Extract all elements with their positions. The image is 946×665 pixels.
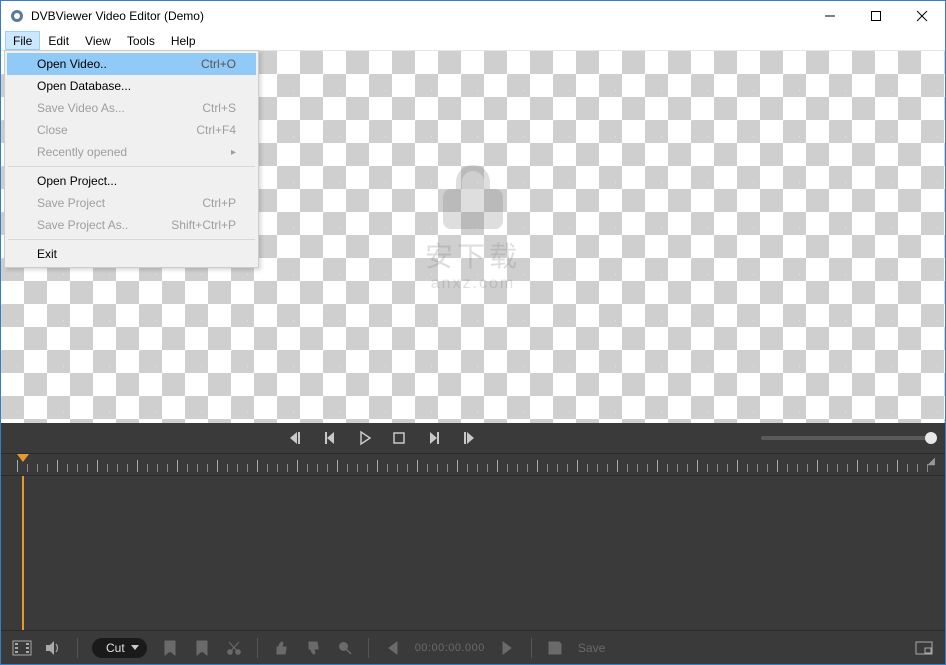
timecode-display: 00:00:00.000 xyxy=(415,642,485,654)
mark-in-icon[interactable] xyxy=(161,639,179,657)
playhead-marker[interactable] xyxy=(17,454,29,462)
menu-item-label: Recently opened xyxy=(37,145,231,159)
menu-item-shortcut: Ctrl+S xyxy=(202,101,236,115)
menu-view[interactable]: View xyxy=(77,31,119,50)
menu-item-shortcut: Ctrl+P xyxy=(202,196,236,210)
save-icon[interactable] xyxy=(546,639,564,657)
filmstrip-icon[interactable] xyxy=(13,639,31,657)
menu-item-label: Open Database... xyxy=(37,79,236,93)
stop-button[interactable] xyxy=(391,430,407,446)
maximize-button[interactable] xyxy=(853,1,899,31)
file-menu-dropdown: Open Video.. Ctrl+O Open Database... Sav… xyxy=(4,50,259,268)
toolbar-separator xyxy=(368,638,369,658)
zoom-slider[interactable] xyxy=(761,436,931,440)
toolbar-separator xyxy=(531,638,532,658)
cut-icon[interactable] xyxy=(225,639,243,657)
menu-bar: File Edit View Tools Help xyxy=(1,31,945,51)
step-forward-button[interactable] xyxy=(425,430,441,446)
menu-tools[interactable]: Tools xyxy=(119,31,163,50)
menu-open-video[interactable]: Open Video.. Ctrl+O xyxy=(7,53,256,75)
menu-recently-opened: Recently opened ▸ xyxy=(7,141,256,163)
mark-out-icon[interactable] xyxy=(193,639,211,657)
menu-item-label: Save Project As.. xyxy=(37,218,171,232)
submenu-arrow-icon: ▸ xyxy=(231,147,236,158)
skip-forward-button[interactable] xyxy=(459,430,475,446)
menu-item-label: Exit xyxy=(37,247,236,261)
playhead-line[interactable] xyxy=(22,476,24,630)
cut-mode-dropdown[interactable]: Cut xyxy=(92,638,147,658)
menu-separator xyxy=(8,166,255,167)
step-back-button[interactable] xyxy=(323,430,339,446)
search-icon[interactable] xyxy=(336,639,354,657)
app-icon xyxy=(9,8,25,24)
window-title: DVBViewer Video Editor (Demo) xyxy=(31,9,807,23)
menu-item-shortcut: Shift+Ctrl+P xyxy=(171,218,236,232)
dropdown-arrow-icon xyxy=(131,645,139,650)
ruler-ticks-major xyxy=(17,460,929,472)
menu-edit[interactable]: Edit xyxy=(40,31,77,50)
minimize-button[interactable] xyxy=(807,1,853,31)
menu-item-shortcut: Ctrl+O xyxy=(201,57,236,71)
close-button[interactable] xyxy=(899,1,945,31)
watermark-text-domain: anxz.com xyxy=(425,275,521,293)
lock-icon xyxy=(443,181,503,229)
watermark-text-cn: 安下载 xyxy=(425,235,521,275)
menu-item-label: Save Project xyxy=(37,196,202,210)
menu-save-project-as: Save Project As.. Shift+Ctrl+P xyxy=(7,214,256,236)
playback-buttons xyxy=(289,430,475,446)
cut-mode-label: Cut xyxy=(106,641,125,655)
skip-back-button[interactable] xyxy=(289,430,305,446)
save-label: Save xyxy=(578,641,605,655)
menu-open-database[interactable]: Open Database... xyxy=(7,75,256,97)
timeline-track-area[interactable] xyxy=(1,475,945,630)
toolbar-separator xyxy=(257,638,258,658)
play-button[interactable] xyxy=(357,430,373,446)
menu-item-label: Close xyxy=(37,123,196,137)
menu-save-project: Save Project Ctrl+P xyxy=(7,192,256,214)
window-controls xyxy=(807,1,945,31)
menu-item-label: Open Project... xyxy=(37,174,236,188)
timeline-ruler[interactable]: ◢ xyxy=(1,453,945,475)
thumbs-up-icon[interactable] xyxy=(272,639,290,657)
menu-item-label: Open Video.. xyxy=(37,57,201,71)
watermark: 安下载 anxz.com xyxy=(425,181,521,293)
forward-icon[interactable] xyxy=(499,639,517,657)
menu-close: Close Ctrl+F4 xyxy=(7,119,256,141)
menu-item-shortcut: Ctrl+F4 xyxy=(196,123,236,137)
menu-open-project[interactable]: Open Project... xyxy=(7,170,256,192)
slider-thumb[interactable] xyxy=(925,432,937,444)
menu-help[interactable]: Help xyxy=(163,31,204,50)
bottom-toolbar: Cut 00:00:00.000 Save xyxy=(1,630,945,664)
menu-file[interactable]: File xyxy=(5,31,40,50)
menu-separator xyxy=(8,239,255,240)
playback-controls-strip xyxy=(1,423,945,453)
rewind-icon[interactable] xyxy=(383,639,401,657)
volume-icon[interactable] xyxy=(45,639,63,657)
toolbar-separator xyxy=(77,638,78,658)
menu-item-label: Save Video As... xyxy=(37,101,202,115)
menu-exit[interactable]: Exit xyxy=(7,243,256,265)
fullscreen-icon[interactable] xyxy=(915,639,933,657)
menu-save-video-as: Save Video As... Ctrl+S xyxy=(7,97,256,119)
title-bar: DVBViewer Video Editor (Demo) xyxy=(1,1,945,31)
thumbs-down-icon[interactable] xyxy=(304,639,322,657)
ruler-end-marker: ◢ xyxy=(927,456,935,467)
